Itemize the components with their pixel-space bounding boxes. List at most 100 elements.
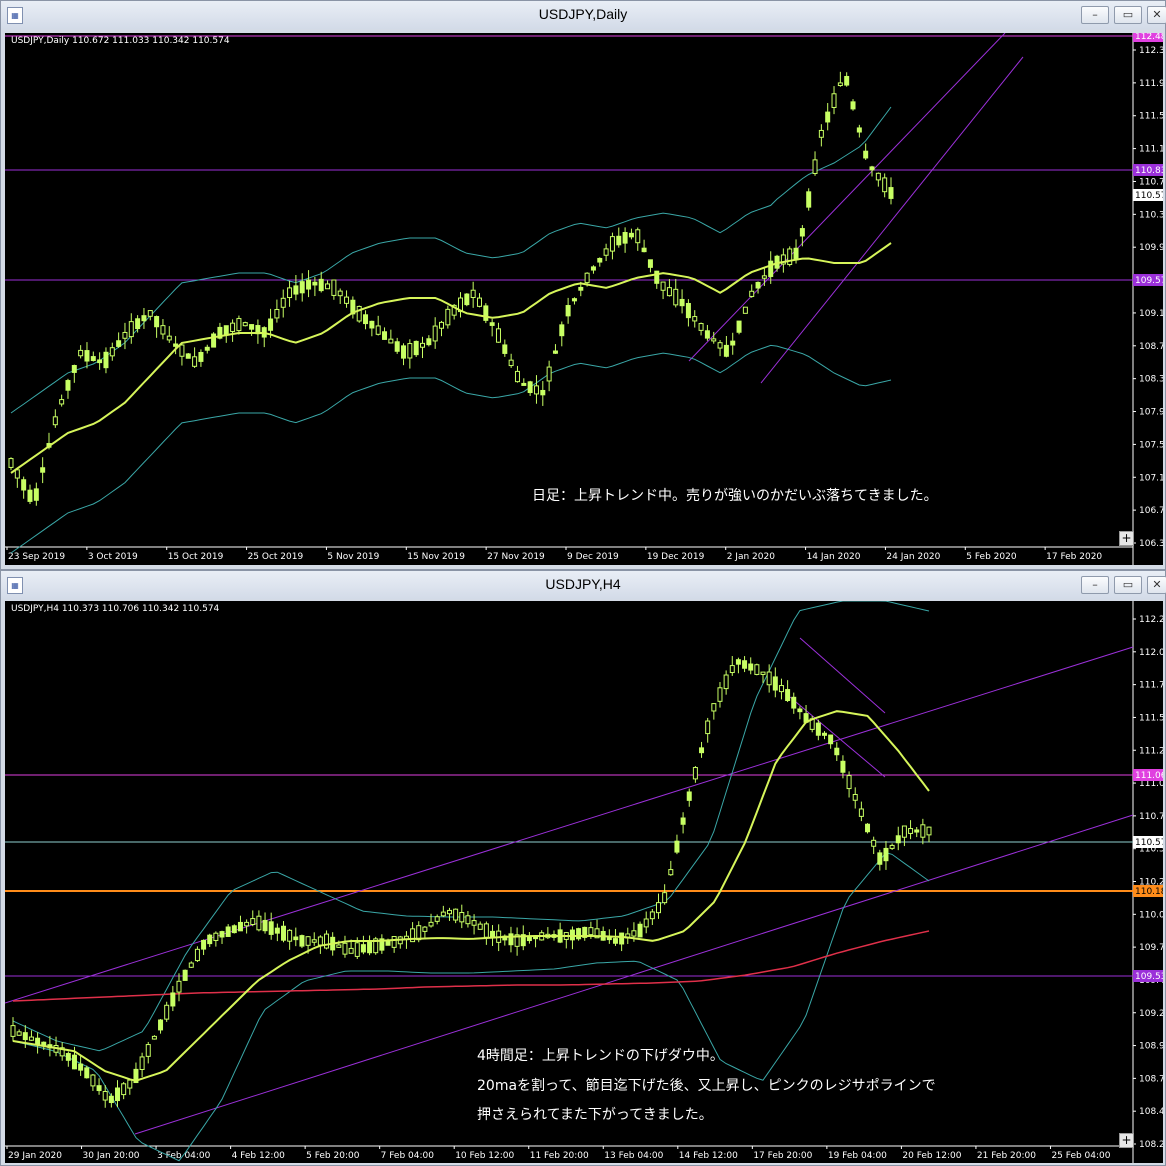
zoom-plus-button[interactable]: + [1119,531,1134,546]
channel-upper [5,646,1134,1004]
time-tick-label: 14 Jan 2020 [807,552,861,562]
daily-window-title: USDJPY,Daily [538,6,628,22]
candle-bull [459,912,465,923]
candle-bear [274,927,280,934]
candle-bear [679,298,685,307]
candle-bull [336,944,342,948]
candle-bear [35,1037,41,1045]
price-tick-label: 109.23 [1139,1009,1163,1019]
h4-titlebar[interactable]: ▦ USDJPY,H4 – ▭ ✕ [1,571,1166,599]
candle-bear [363,314,369,325]
candle-bull [717,687,723,702]
candle-bull [356,305,362,322]
minimize-button[interactable]: – [1081,576,1109,594]
candle-bull [901,825,907,838]
candle-bear [723,344,729,357]
candle-bull [311,939,317,943]
close-button[interactable]: ✕ [1147,6,1166,24]
candle-bull [514,370,520,383]
candle-bear [508,933,514,946]
candle-bull [445,308,451,326]
price-tag-current: 110.57 [1135,838,1163,848]
candle-bear [825,111,831,123]
candle-bear [755,281,761,289]
candle-bull [846,775,852,790]
candle-bull [188,962,194,968]
candle-bear [856,127,862,133]
candle-bull [760,671,766,675]
candle-bull [317,936,323,946]
minimize-button[interactable]: – [1081,6,1109,24]
candle-bull [179,344,185,357]
candle-bull [778,685,784,693]
candle-bear [828,734,834,745]
candle-bear [552,350,558,354]
candle-bull [717,342,723,349]
candle-bear [654,270,660,284]
candle-bull [10,1025,16,1037]
candle-bear [612,938,618,944]
time-tick-label: 5 Nov 2019 [327,552,379,562]
candle-bear [877,852,883,865]
candle-bull [631,930,637,937]
price-tag-pink: 111.06 [1135,771,1163,781]
time-tick-label: 15 Nov 2019 [407,552,465,562]
bollinger-upper [12,601,930,1052]
candle-bull [483,923,489,938]
daily-note: 日足：上昇トレンド中。売りが強いのかだいぶ落ちてきました。 [532,488,938,504]
candle-bear [571,298,577,302]
candle-bear [619,932,625,945]
daily-chart-area[interactable]: 112.31 111.91 111.52 111.12 110.72 110.33 109.… [5,33,1163,565]
candle-bull [422,926,428,932]
candle-bull [787,248,793,266]
candle-bull [274,309,280,319]
candle-bear [223,325,229,335]
candle-bull [230,322,236,332]
candle-bear [834,747,840,756]
candle-bear [22,1032,28,1041]
candle-bull [176,980,182,993]
candle-bear [527,381,533,394]
candle-bear [806,191,812,208]
candle-bear [293,936,299,941]
candle-bear [158,1019,164,1031]
candle-bull [151,1035,157,1040]
restore-button[interactable]: ▭ [1114,6,1142,24]
time-tick-label: 3 Oct 2019 [88,552,138,562]
h4-chart-area[interactable]: 112.29112.03111.78111.53111.27111.02110.… [5,601,1163,1163]
candle-bear [578,286,584,291]
candle-bear [748,663,754,671]
candle-bear [883,847,889,862]
candle-bear [821,732,827,736]
zoom-plus-button[interactable]: + [1119,1133,1134,1148]
candle-bull [287,287,293,299]
channel-lower [760,56,1024,384]
candle-bull [14,469,20,479]
time-tick-label: 10 Feb 12:00 [455,1151,514,1161]
candle-bear [33,488,39,501]
time-tick-label: 20 Feb 12:00 [902,1151,961,1161]
candle-bull [729,665,735,674]
candle-bull [250,918,256,925]
time-tick-label: 17 Feb 20:00 [753,1151,812,1161]
h4-note-line-2: 20maを割って、節目迄下げた後、又上昇し、ピンクのレジサポラインで [477,1078,936,1094]
candle-bull [420,342,426,348]
down-line-upper [799,637,886,714]
daily-titlebar[interactable]: ▦ USDJPY,Daily – ▭ ✕ [1,1,1166,29]
candle-bull [508,359,514,367]
candle-bear [483,305,489,321]
candle-bear [565,305,571,317]
restore-button[interactable]: ▭ [1114,576,1142,594]
candle-bear [844,75,850,86]
candle-bear [84,350,90,362]
price-tick-label: 108.34 [1139,375,1163,385]
candle-bull [213,932,219,941]
candle-bear [850,101,856,110]
candle-bull [391,936,397,948]
candle-bear [791,696,797,709]
candle-bull [127,1079,133,1089]
price-tick-label: 108.22 [1139,1140,1163,1150]
candle-bear [312,281,318,286]
close-button[interactable]: ✕ [1147,576,1166,594]
candle-bear [768,260,774,277]
